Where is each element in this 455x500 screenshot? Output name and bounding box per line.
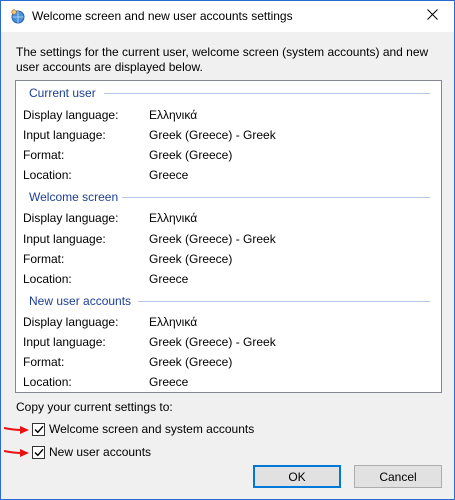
red-arrow-icon [3,424,30,434]
copy-settings-label: Copy your current settings to: [16,400,173,414]
welcome-screen-checkbox-label[interactable]: Welcome screen and system accounts [49,422,254,436]
intro-text: The settings for the current user, welco… [16,45,429,74]
section-header-current-user: Current user [29,86,96,100]
row-value: Greek (Greece) - Greek [149,232,276,246]
row-label: Location: [23,272,72,286]
section-divider [138,301,430,302]
welcome-screen-checkbox[interactable] [32,422,45,436]
row-value: Greek (Greece) [149,252,233,266]
section-divider [104,93,430,94]
dialog-window: Welcome screen and new user accounts set… [0,0,455,500]
row-value: Greek (Greece) [149,148,233,162]
row-value: Ελληνικά [149,108,198,122]
row-label: Display language: [23,211,119,225]
globe-person-icon [9,8,25,24]
cancel-button[interactable]: Cancel [354,465,442,488]
row-value: Greece [149,375,189,389]
row-label: Format: [23,148,65,162]
welcome-screen-checkbox-row[interactable]: Welcome screen and system accounts [32,421,254,437]
row-value: Ελληνικά [149,315,198,329]
window-title: Welcome screen and new user accounts set… [32,9,293,23]
row-value: Greek (Greece) - Greek [149,128,276,142]
red-arrow-icon [3,447,30,457]
row-label: Input language: [23,232,106,246]
ok-button[interactable]: OK [253,465,341,488]
row-label: Input language: [23,128,106,142]
close-icon [426,9,438,23]
section-divider [122,197,430,198]
settings-panel: Current user Display language: Ελληνικά … [15,80,442,393]
row-label: Format: [23,355,65,369]
row-label: Location: [23,375,72,389]
row-value: Greek (Greece) - Greek [149,335,276,349]
row-label: Display language: [23,315,119,329]
row-value: Ελληνικά [149,211,198,225]
row-label: Display language: [23,108,119,122]
close-button[interactable] [410,1,454,31]
title-bar: Welcome screen and new user accounts set… [1,1,454,32]
row-value: Greek (Greece) [149,355,233,369]
row-label: Format: [23,252,65,266]
section-header-welcome-screen: Welcome screen [29,190,119,204]
row-label: Location: [23,168,72,182]
section-header-new-user-accounts: New user accounts [29,294,132,308]
new-user-accounts-checkbox-label[interactable]: New user accounts [49,445,151,459]
row-label: Input language: [23,335,106,349]
row-value: Greece [149,168,189,182]
row-value: Greece [149,272,189,286]
new-user-accounts-checkbox-row[interactable]: New user accounts [32,444,151,460]
new-user-accounts-checkbox[interactable] [32,445,45,459]
